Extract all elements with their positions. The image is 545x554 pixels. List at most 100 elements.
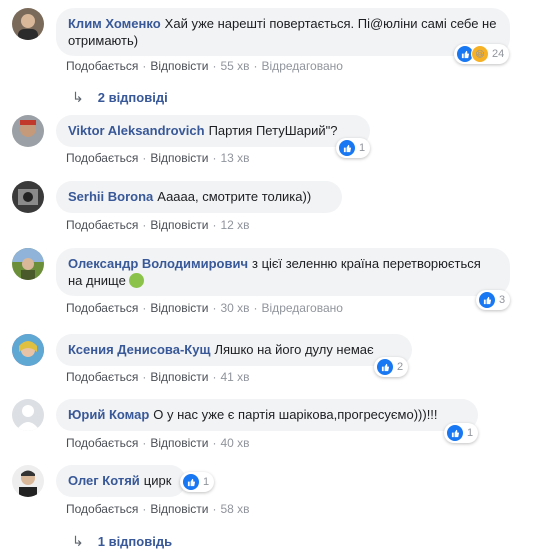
- reaction-number: 3: [499, 294, 506, 306]
- avatar[interactable]: [12, 248, 44, 280]
- reaction-count[interactable]: 😆 24: [454, 44, 510, 64]
- like-icon: [182, 473, 200, 491]
- timestamp[interactable]: 30 хв: [220, 301, 249, 315]
- timestamp[interactable]: 58 хв: [220, 502, 249, 516]
- comment-actions: Подобається · Відповісти · 55 хв · Відредагова…: [66, 59, 343, 73]
- timestamp[interactable]: 13 хв: [220, 151, 249, 165]
- like-icon: [446, 424, 464, 442]
- edited-label[interactable]: Відредаговано: [262, 59, 343, 73]
- commenter-name[interactable]: Юрий Комар: [68, 407, 149, 422]
- avatar[interactable]: [12, 334, 44, 366]
- avatar[interactable]: [12, 115, 44, 147]
- commenter-name[interactable]: Ксения Денисова-Кущ: [68, 342, 210, 357]
- commenter-name[interactable]: Viktor Aleksandrovich: [68, 123, 205, 138]
- separator: ·: [142, 301, 147, 315]
- timestamp[interactable]: 41 хв: [220, 370, 249, 384]
- timestamp[interactable]: 40 хв: [220, 436, 249, 450]
- avatar-image: [18, 14, 38, 40]
- separator: ·: [253, 59, 258, 73]
- comment-bubble: Ксения Денисова-Кущ Ляшко на його дулу не…: [56, 334, 412, 366]
- avatar-image: [20, 120, 36, 137]
- replies-label: 1 відповідь: [97, 534, 173, 549]
- comment-text: О у нас уже є партія шарікова,прогресуєм…: [153, 407, 438, 422]
- separator: ·: [212, 301, 217, 315]
- comment-actions: Подобається · Відповісти · 30 хв · Відредагова…: [66, 301, 343, 315]
- reply-arrow-icon: ↳: [72, 89, 84, 105]
- commenter-name[interactable]: Олександр Володимирович: [68, 256, 248, 271]
- like-button[interactable]: Подобається: [66, 301, 138, 315]
- separator: ·: [142, 151, 147, 165]
- reaction-number: 2: [397, 361, 404, 373]
- like-button[interactable]: Подобається: [66, 502, 138, 516]
- commenter-name[interactable]: Клим Хоменко: [68, 16, 161, 31]
- avatar[interactable]: [12, 465, 44, 497]
- like-icon: [338, 139, 356, 157]
- separator: ·: [142, 436, 147, 450]
- separator: ·: [142, 218, 147, 232]
- default-avatar-icon: [16, 405, 40, 431]
- separator: ·: [142, 370, 147, 384]
- reply-button[interactable]: Відповісти: [150, 151, 208, 165]
- comment-text: Партия ПетуШарий"?: [208, 123, 338, 138]
- reaction-number: 1: [203, 476, 210, 488]
- comment-actions: Подобається · Відповісти · 13 хв: [66, 151, 250, 165]
- comment-bubble: Олександр Володимирович з цієї зеленню кр…: [56, 248, 510, 296]
- commenter-name[interactable]: Serhii Borona: [68, 189, 153, 204]
- reply-button[interactable]: Відповісти: [150, 502, 208, 516]
- separator: ·: [142, 59, 147, 73]
- like-button[interactable]: Подобається: [66, 151, 138, 165]
- comment-bubble: Юрий Комар О у нас уже є партія шарікова,…: [56, 399, 478, 431]
- avatar-image: [18, 189, 38, 205]
- separator: ·: [212, 218, 217, 232]
- comment-text: Ляшко на його дулу немає: [214, 342, 374, 357]
- reaction-count[interactable]: 2: [374, 357, 409, 377]
- like-button[interactable]: Подобається: [66, 218, 138, 232]
- separator: ·: [212, 436, 217, 450]
- comment-actions: Подобається · Відповісти · 12 хв: [66, 218, 250, 232]
- timestamp[interactable]: 55 хв: [220, 59, 249, 73]
- separator: ·: [212, 502, 217, 516]
- comment-text: Ааааа, смотрите толика)): [157, 189, 312, 204]
- reaction-count[interactable]: 1: [180, 472, 215, 492]
- like-button[interactable]: Подобається: [66, 436, 138, 450]
- comment-bubble: Олег Котяй цирк: [56, 465, 186, 497]
- like-button[interactable]: Подобається: [66, 370, 138, 384]
- avatar[interactable]: [12, 181, 44, 213]
- haha-icon: 😆: [471, 45, 489, 63]
- comment-actions: Подобається · Відповісти · 58 хв: [66, 502, 250, 516]
- like-icon: [376, 358, 394, 376]
- avatar-image: [12, 248, 44, 280]
- reaction-count[interactable]: 1: [444, 423, 479, 443]
- separator: ·: [253, 301, 258, 315]
- reply-button[interactable]: Відповісти: [150, 301, 208, 315]
- reply-button[interactable]: Відповісти: [150, 218, 208, 232]
- separator: ·: [212, 151, 217, 165]
- view-replies[interactable]: ↳ 1 відповідь: [72, 533, 172, 550]
- reaction-count[interactable]: 3: [476, 290, 511, 310]
- like-icon: [478, 291, 496, 309]
- reaction-count[interactable]: 1: [336, 138, 371, 158]
- avatar-image: [19, 470, 37, 497]
- avatar[interactable]: [12, 399, 44, 431]
- commenter-name[interactable]: Олег Котяй: [68, 473, 140, 488]
- comment-bubble: Viktor Aleksandrovich Партия ПетуШарий"?: [56, 115, 370, 147]
- reply-button[interactable]: Відповісти: [150, 370, 208, 384]
- avatar-image: [12, 334, 44, 366]
- like-button[interactable]: Подобається: [66, 59, 138, 73]
- comment-actions: Подобається · Відповісти · 41 хв: [66, 370, 250, 384]
- separator: ·: [212, 370, 217, 384]
- separator: ·: [212, 59, 217, 73]
- timestamp[interactable]: 12 хв: [220, 218, 249, 232]
- separator: ·: [142, 502, 147, 516]
- reply-button[interactable]: Відповісти: [150, 436, 208, 450]
- replies-label: 2 відповіді: [97, 90, 168, 105]
- reaction-number: 1: [359, 142, 366, 154]
- comment-text: цирк: [143, 473, 172, 488]
- reaction-number: 24: [492, 48, 505, 60]
- edited-label[interactable]: Відредаговано: [262, 301, 343, 315]
- avatar[interactable]: [12, 8, 44, 40]
- comment-bubble: Клим Хоменко Хай уже нарешті повертається…: [56, 8, 510, 56]
- reply-button[interactable]: Відповісти: [150, 59, 208, 73]
- comment-bubble: Serhii Borona Ааааа, смотрите толика)): [56, 181, 342, 213]
- view-replies[interactable]: ↳ 2 відповіді: [72, 89, 168, 106]
